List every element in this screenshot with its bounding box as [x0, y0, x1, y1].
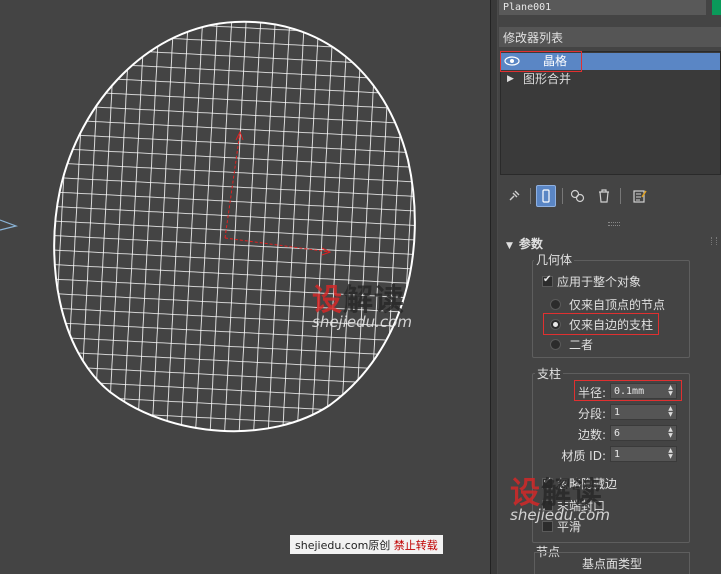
- radio-icon[interactable]: [550, 299, 561, 310]
- struts-group-label: 支柱: [535, 365, 564, 382]
- parameters-rollout: ▼参数 几何体 应用于整个对象 仅来自顶点的节点 仅来自边的支柱 二者 支柱 半…: [498, 232, 721, 574]
- annotation-highlight-radius: [574, 380, 682, 401]
- material-id-spinner[interactable]: 1 ▲ ▼: [610, 446, 677, 462]
- stack-toolbar: [504, 183, 719, 209]
- material-id-label: 材质 ID:: [561, 449, 606, 463]
- option-nodes-only[interactable]: 仅来自顶点的节点: [550, 296, 665, 313]
- annotation-highlight-struts: [543, 313, 659, 335]
- geometry-group-label: 几何体: [534, 251, 575, 268]
- viewport-fragment-icon: [0, 219, 19, 231]
- viewport-canvas[interactable]: [0, 0, 490, 574]
- footer-notice: 禁止转载: [393, 539, 438, 552]
- sides-label: 边数:: [577, 428, 606, 442]
- configure-modifier-sets-icon[interactable]: [630, 185, 650, 207]
- segments-spinner[interactable]: 1 ▲ ▼: [610, 404, 677, 420]
- option-label: 仅来自顶点的节点: [569, 298, 666, 312]
- watermark-url: shejiedu.com: [510, 506, 610, 524]
- stack-item-label: 图形合并: [523, 72, 572, 86]
- segments-value[interactable]: 1: [614, 406, 620, 419]
- toolbar-separator: [530, 188, 531, 204]
- expand-triangle-icon[interactable]: ▶: [507, 71, 514, 88]
- remove-modifier-icon[interactable]: [594, 185, 614, 207]
- sides-spinner[interactable]: 6 ▲ ▼: [610, 425, 677, 441]
- watermark: 设解读 shejiedu.com: [312, 275, 412, 331]
- rollout-header[interactable]: ▼ 参数: [506, 235, 543, 252]
- rollout-grip-icon[interactable]: [711, 237, 717, 245]
- show-end-result-icon[interactable]: [536, 185, 556, 207]
- checkbox-icon[interactable]: [542, 274, 553, 287]
- spinner-arrows-icon[interactable]: ▲ ▼: [667, 427, 674, 439]
- option-label: 二者: [569, 338, 594, 352]
- segments-label: 分段:: [577, 407, 606, 421]
- viewport[interactable]: 设解读 shejiedu.com shejiedu.com原创 禁止转载: [0, 0, 490, 574]
- toolbar-separator: [620, 188, 621, 204]
- annotation-highlight-lattice: [500, 51, 582, 72]
- material-id-value[interactable]: 1: [614, 448, 620, 461]
- object-name-field[interactable]: Plane001: [499, 0, 706, 15]
- modifier-list-dropdown[interactable]: 修改器列表: [499, 27, 721, 47]
- toolbar-separator: [562, 188, 563, 204]
- pin-stack-icon[interactable]: [504, 185, 524, 207]
- lattice-mesh[interactable]: [0, 0, 490, 574]
- apply-to-entire-label: 应用于整个对象: [557, 275, 642, 289]
- spinner-arrows-icon[interactable]: ▲ ▼: [667, 406, 674, 418]
- option-both[interactable]: 二者: [550, 336, 593, 353]
- radio-icon[interactable]: [550, 339, 561, 350]
- watermark-panel: 设解读 shejiedu.com: [510, 468, 610, 524]
- chevron-down-icon[interactable]: ▼: [506, 241, 513, 251]
- footer-tag: shejiedu.com原创 禁止转载: [290, 535, 443, 554]
- rollout-title: 参数: [518, 237, 543, 251]
- apply-to-entire-checkbox[interactable]: 应用于整个对象: [542, 273, 641, 290]
- command-panel: Plane001 修改器列表 晶格 ▶ 图形合并 ▼ 参数 几何体 ✔应用于整个…: [498, 0, 721, 574]
- watermark-url: shejiedu.com: [312, 313, 412, 331]
- sides-value[interactable]: 6: [614, 427, 620, 440]
- base-geodesic-type-label: 基点面类型: [534, 552, 690, 574]
- make-unique-icon[interactable]: [568, 185, 588, 207]
- panel-drag-handle[interactable]: [608, 222, 620, 226]
- spinner-arrows-icon[interactable]: ▲ ▼: [667, 448, 674, 460]
- footer-site: shejiedu.com原创: [295, 539, 391, 552]
- object-color-swatch[interactable]: [712, 0, 721, 15]
- panel-splitter[interactable]: [490, 0, 498, 574]
- stack-item-shapemerge[interactable]: ▶ 图形合并: [501, 71, 720, 88]
